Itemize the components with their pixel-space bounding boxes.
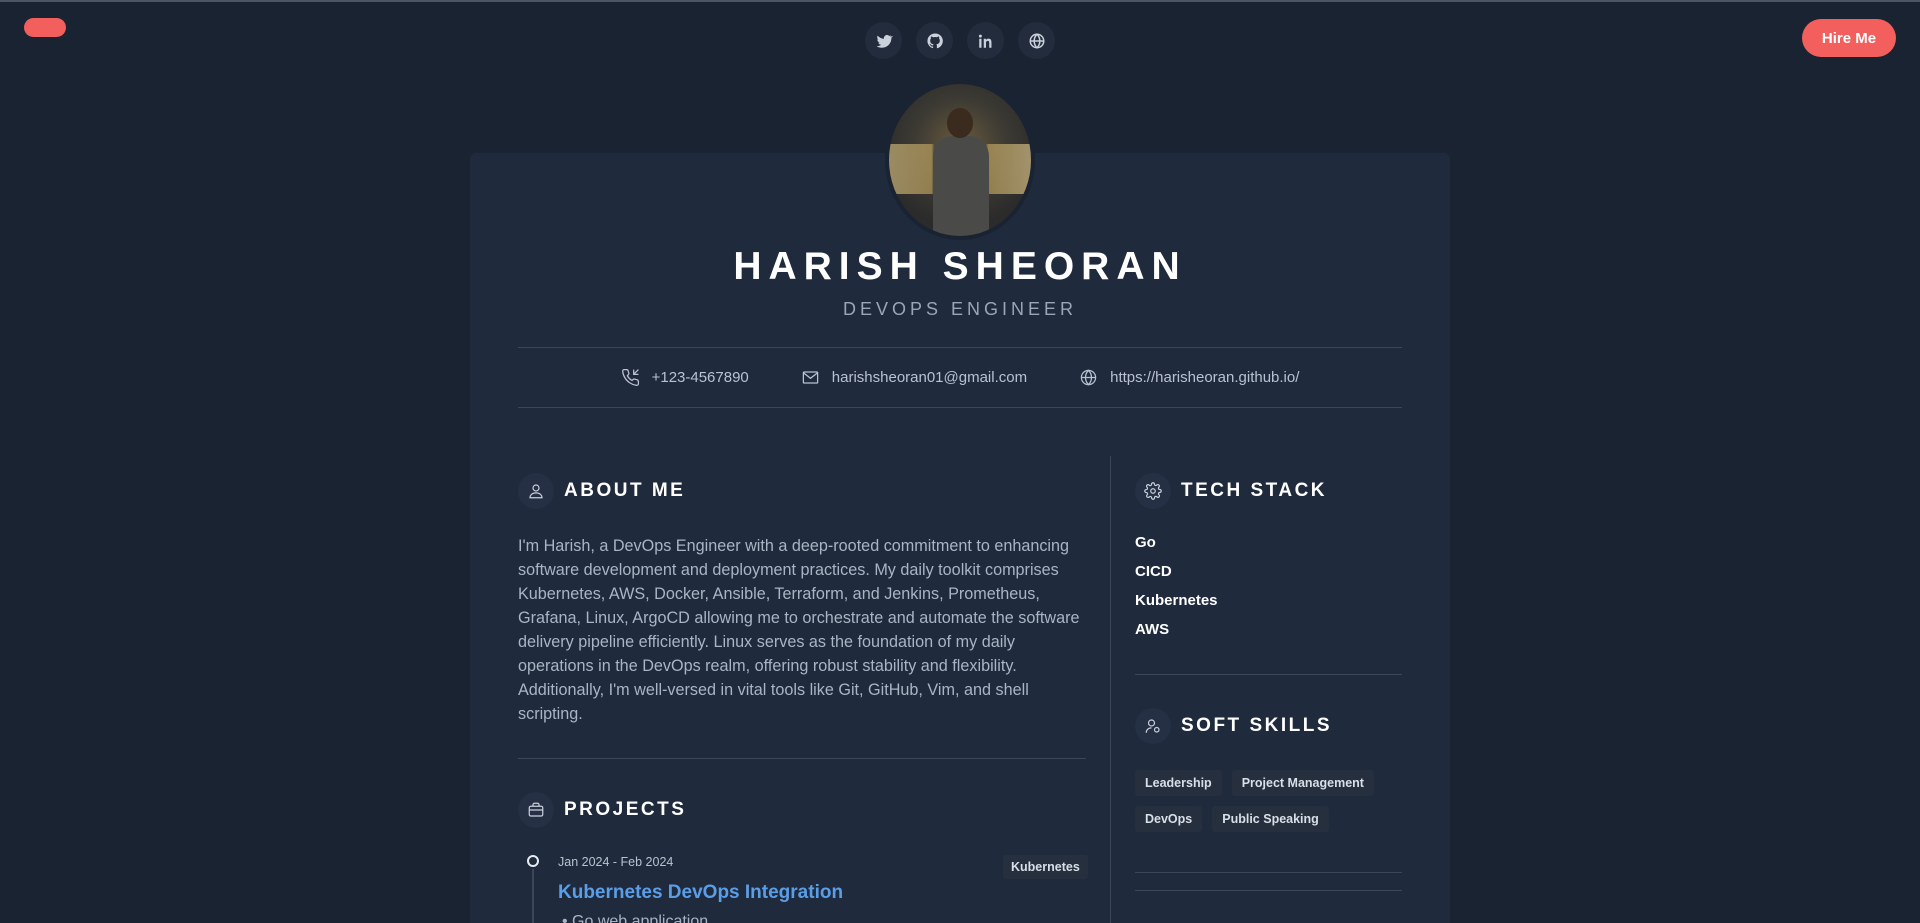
avatar <box>885 80 1035 240</box>
section-divider <box>1135 890 1402 891</box>
linkedin-link[interactable] <box>967 22 1004 59</box>
website-link[interactable] <box>1018 22 1055 59</box>
gear-icon <box>1144 482 1162 500</box>
user-gear-icon-wrap <box>1135 708 1171 744</box>
skill-chip: Public Speaking <box>1212 806 1329 832</box>
phone-text: +123-4567890 <box>651 369 749 386</box>
profile-photo <box>889 84 1031 236</box>
twitter-link[interactable] <box>865 22 902 59</box>
soft-skills-list: Leadership Project Management DevOps Pub… <box>1135 770 1405 832</box>
briefcase-icon-wrap <box>518 792 554 828</box>
soft-skills-title: SOFT SKILLS <box>1181 715 1332 736</box>
gear-icon-wrap <box>1135 473 1171 509</box>
tech-item: Go <box>1135 534 1156 551</box>
tech-stack-header: TECH STACK <box>1135 473 1327 509</box>
about-text: I'm Harish, a DevOps Engineer with a dee… <box>518 537 1080 723</box>
contact-website[interactable]: https://harisheoran.github.io/ <box>1079 368 1299 387</box>
globe-icon <box>1029 32 1044 49</box>
user-icon <box>529 484 543 499</box>
email-text: harishsheoran01@gmail.com <box>831 369 1028 386</box>
contact-phone[interactable]: +123-4567890 <box>621 368 749 387</box>
social-links <box>0 22 1920 59</box>
projects-title: PROJECTS <box>564 799 687 820</box>
profile-name: HARISH SHEORAN <box>733 245 1187 288</box>
projects-header: PROJECTS <box>518 792 686 828</box>
tech-stack-list: Go CICD Kubernetes AWS <box>1135 534 1218 650</box>
user-icon-wrap <box>518 473 554 509</box>
user-cog-icon <box>1145 719 1160 733</box>
phone-icon <box>621 368 639 386</box>
linkedin-icon <box>978 34 991 48</box>
profile-role: DEVOPS ENGINEER <box>842 299 1078 319</box>
skill-chip: Leadership <box>1135 770 1222 796</box>
tech-item: AWS <box>1135 621 1170 638</box>
tech-item: CICD <box>1135 563 1172 580</box>
column-divider <box>1110 456 1111 923</box>
about-header: ABOUT ME <box>518 473 685 509</box>
contact-bar: +123-4567890 harishsheoran01@gmail.com h… <box>518 347 1402 408</box>
about-title: ABOUT ME <box>564 480 686 501</box>
project-title[interactable]: Kubernetes DevOps Integration <box>558 882 843 904</box>
website-text: https://harisheoran.github.io/ <box>1110 369 1300 386</box>
briefcase-icon <box>528 802 544 817</box>
timeline-line <box>532 869 534 923</box>
tech-item: Kubernetes <box>1135 592 1218 609</box>
skill-chip: Project Management <box>1231 770 1374 796</box>
contact-email[interactable]: harishsheoran01@gmail.com <box>801 368 1027 387</box>
tech-divider <box>1135 674 1402 675</box>
twitter-icon <box>876 34 893 48</box>
globe-icon <box>1080 369 1097 386</box>
project-date: Jan 2024 - Feb 2024 <box>558 855 674 869</box>
skill-chip: DevOps <box>1135 806 1203 832</box>
github-icon <box>926 32 943 48</box>
project-bullet: • Go web application <box>562 913 709 923</box>
about-divider <box>518 758 1086 759</box>
hire-me-button[interactable]: Hire Me <box>1802 19 1896 57</box>
soft-skills-header: SOFT SKILLS <box>1135 708 1332 744</box>
mail-icon <box>802 371 819 384</box>
project-tag: Kubernetes <box>1003 855 1088 879</box>
github-link[interactable] <box>916 22 953 59</box>
tech-stack-title: TECH STACK <box>1181 480 1328 501</box>
timeline-dot <box>527 855 539 867</box>
soft-skills-divider <box>1135 872 1402 873</box>
